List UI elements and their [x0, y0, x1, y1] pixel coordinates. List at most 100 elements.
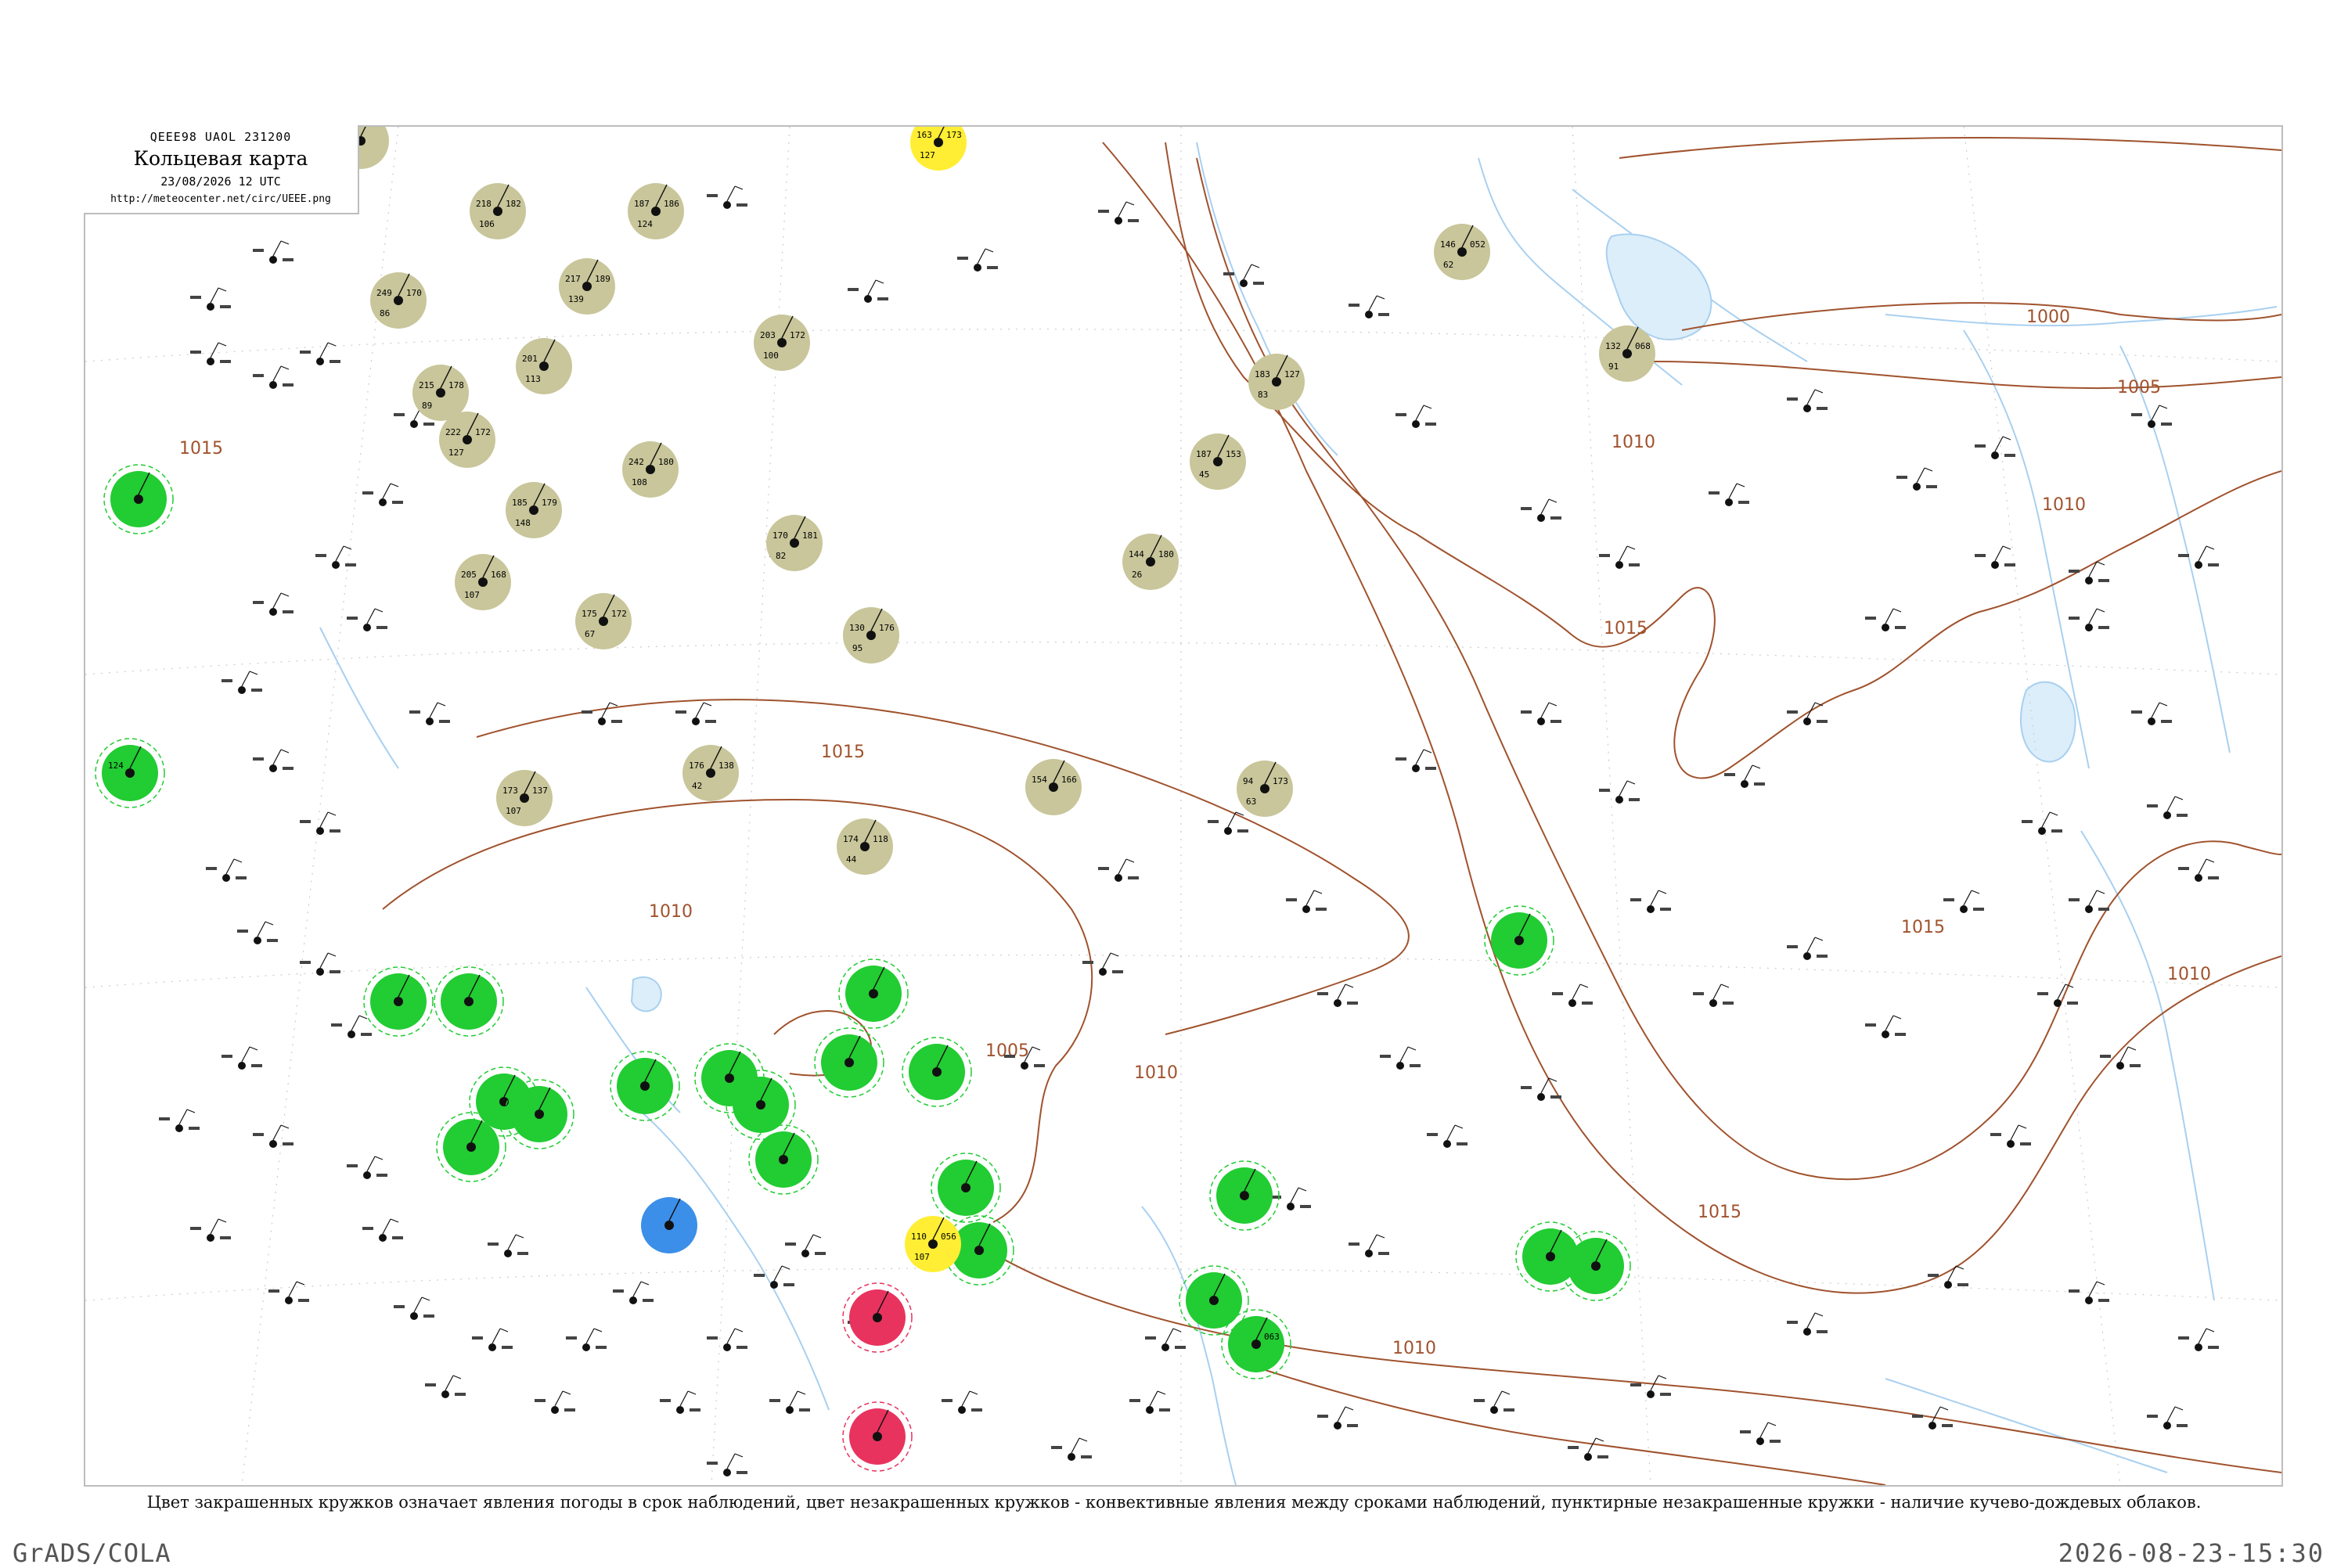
value-mark: [1550, 720, 1561, 723]
station-dot: [1412, 420, 1420, 428]
wind-barb: [2151, 405, 2160, 421]
station-marker[interactable]: 170 181 82: [766, 515, 823, 571]
station-marker[interactable]: 201 113: [516, 338, 572, 394]
station-marker[interactable]: [726, 1070, 796, 1140]
station-marker[interactable]: 187 153 45: [1190, 433, 1246, 490]
station-marker[interactable]: [434, 966, 504, 1037]
station-dot: [2195, 1343, 2202, 1351]
isobar-label: 1010: [1612, 433, 1655, 452]
station-marker[interactable]: 163 173 127: [910, 127, 967, 171]
temperature-value: 174: [843, 834, 859, 844]
station-marker[interactable]: [1179, 1265, 1249, 1336]
value-mark: [220, 1236, 231, 1239]
station-marker[interactable]: [504, 1079, 574, 1149]
station-marker[interactable]: [931, 1153, 1001, 1223]
station-marker[interactable]: 124: [95, 738, 165, 808]
wind-feather: [1251, 264, 1260, 268]
station-marker[interactable]: 173 137 107: [496, 770, 553, 826]
pressure-value: 178: [448, 380, 464, 390]
station-marker[interactable]: 222 172 127: [439, 412, 495, 468]
value-mark: [1521, 507, 1532, 510]
station-marker[interactable]: [842, 1282, 913, 1353]
wind-feather: [797, 1390, 806, 1395]
station-plot: [1865, 1015, 1906, 1038]
station-plot: [253, 240, 294, 264]
station-plot: [2178, 1328, 2219, 1351]
value-mark: [502, 1346, 513, 1349]
temperature-value: 163: [917, 130, 932, 140]
station-marker[interactable]: [838, 958, 909, 1029]
station-marker[interactable]: 185 179 148: [506, 482, 562, 538]
weather-map[interactable]: 1000 1005 1005 1005 1010 1010 1010 1010 …: [84, 125, 2283, 1487]
station-marker[interactable]: 94 173 63: [1237, 761, 1293, 817]
station-marker[interactable]: 146 052 62: [1434, 224, 1490, 280]
station-marker[interactable]: [103, 464, 174, 534]
station-marker[interactable]: 176 138 42: [682, 745, 739, 801]
pressure-value: 181: [802, 530, 818, 541]
wind-barb: [1994, 545, 2004, 562]
map-url[interactable]: http://meteocenter.net/circ/UEEE.png: [84, 193, 358, 205]
station-marker[interactable]: 110 056 107: [905, 1216, 961, 1272]
station-marker[interactable]: [748, 1124, 819, 1195]
station-marker[interactable]: 203 172 100: [754, 315, 810, 371]
station-marker[interactable]: [902, 1037, 972, 1107]
value-mark: [1568, 1446, 1579, 1449]
station-marker[interactable]: 218 182 106: [470, 183, 526, 239]
station-marker[interactable]: [814, 1027, 884, 1098]
cloud-cover-symbol: [134, 494, 143, 504]
station-dot: [2116, 1062, 2124, 1070]
value-mark: [705, 720, 716, 723]
bulletin-code: QEEE98 UAOL 231200: [149, 130, 292, 144]
wind-feather: [1752, 764, 1761, 769]
station-marker[interactable]: 144 180 26: [1122, 534, 1179, 590]
station-dot: [2007, 1140, 2015, 1148]
station-marker[interactable]: 249 170 86: [370, 272, 427, 329]
station-marker[interactable]: [610, 1051, 680, 1121]
station-marker[interactable]: [1209, 1160, 1280, 1231]
station-marker[interactable]: 183 127 83: [1248, 354, 1305, 410]
station-marker[interactable]: [363, 966, 434, 1037]
station-marker[interactable]: 217 189 139: [559, 258, 615, 315]
station-marker[interactable]: 130 176 95: [843, 607, 899, 664]
station-marker[interactable]: 154 166: [1025, 759, 1082, 815]
value-mark: [2131, 710, 2142, 714]
wind-feather: [1376, 295, 1385, 300]
station-plot: [2147, 1406, 2188, 1430]
station-marker[interactable]: [436, 1112, 506, 1182]
value-mark: [1112, 970, 1123, 973]
value-mark: [1175, 1346, 1186, 1349]
station-marker[interactable]: 132 068 91: [1599, 325, 1655, 382]
wind-barb: [2151, 702, 2160, 718]
isobar-line: [1165, 142, 2281, 779]
pressure-value: 068: [1635, 341, 1651, 351]
station-plot: [221, 671, 262, 694]
station-marker[interactable]: 205 168 107: [455, 554, 511, 610]
wind-barb: [1368, 295, 1377, 311]
station-plot: [1599, 545, 1640, 569]
wind-barb: [507, 1234, 517, 1250]
wind-barb: [429, 702, 438, 718]
station-plot: [409, 702, 450, 725]
station-marker[interactable]: 175 172 67: [575, 593, 632, 649]
value-mark: [1425, 423, 1436, 426]
wind-barb: [241, 671, 250, 687]
station-marker[interactable]: [1515, 1221, 1586, 1292]
station-plot: [848, 279, 888, 303]
station-plot: [675, 702, 716, 725]
cloud-cover-symbol: [599, 617, 608, 626]
cloud-value: 83: [1258, 390, 1268, 400]
wind-feather: [875, 279, 884, 284]
station-marker[interactable]: [842, 1401, 913, 1472]
station-dot: [1115, 874, 1122, 882]
temperature-value: 218: [476, 199, 492, 209]
station-marker[interactable]: 242 180 108: [622, 441, 679, 498]
station-dot: [1991, 451, 1999, 459]
station-marker[interactable]: 174 118 44: [837, 818, 893, 875]
station-marker[interactable]: 187 186 124: [628, 183, 684, 239]
wind-feather: [1298, 1187, 1307, 1192]
station-marker[interactable]: [1484, 905, 1554, 976]
wind-barb: [1932, 1406, 1941, 1422]
station-dot: [629, 1296, 637, 1304]
station-marker[interactable]: [641, 1197, 697, 1253]
lake: [1605, 233, 1712, 340]
